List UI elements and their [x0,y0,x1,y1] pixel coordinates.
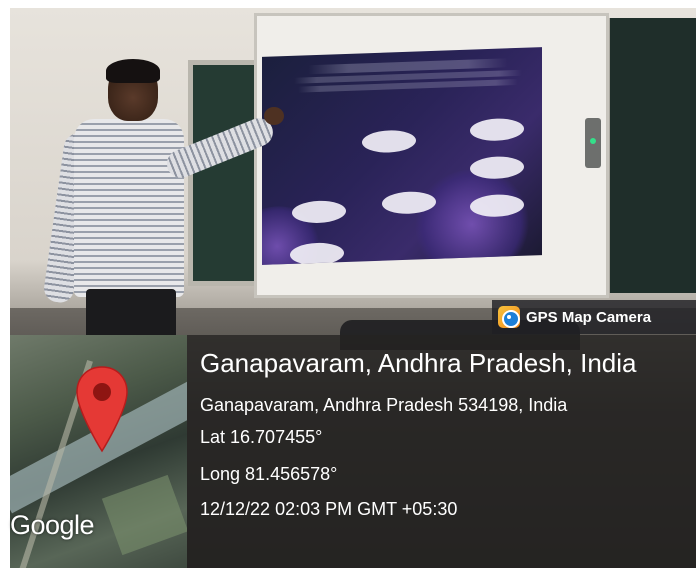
diagram-node [470,117,524,142]
gps-map-camera-badge: GPS Map Camera [492,300,696,334]
map-pin-icon [76,366,128,453]
gps-map-camera-icon [498,306,520,328]
google-logo: Google [10,510,95,540]
diagram-node [362,129,416,154]
presentation-slide [262,47,542,265]
switch-indicator [590,138,596,144]
slide-title-text [288,56,528,96]
gps-app-label: GPS Map Camera [526,308,652,326]
longitude: Long 81.456578° [200,464,338,484]
location-address: Ganapavaram, Andhra Pradesh 534198, Indi… [200,395,568,415]
presenter [42,59,284,349]
latitude: Lat 16.707455° [200,427,323,447]
diagram-node [290,242,344,265]
diagram-node [470,155,524,180]
chalkboard-right [606,18,696,293]
diagram-node [292,199,346,224]
location-title: Ganapavaram, Andhra Pradesh, India [200,348,637,378]
timestamp: 12/12/22 02:03 PM GMT +05:30 [200,499,458,519]
